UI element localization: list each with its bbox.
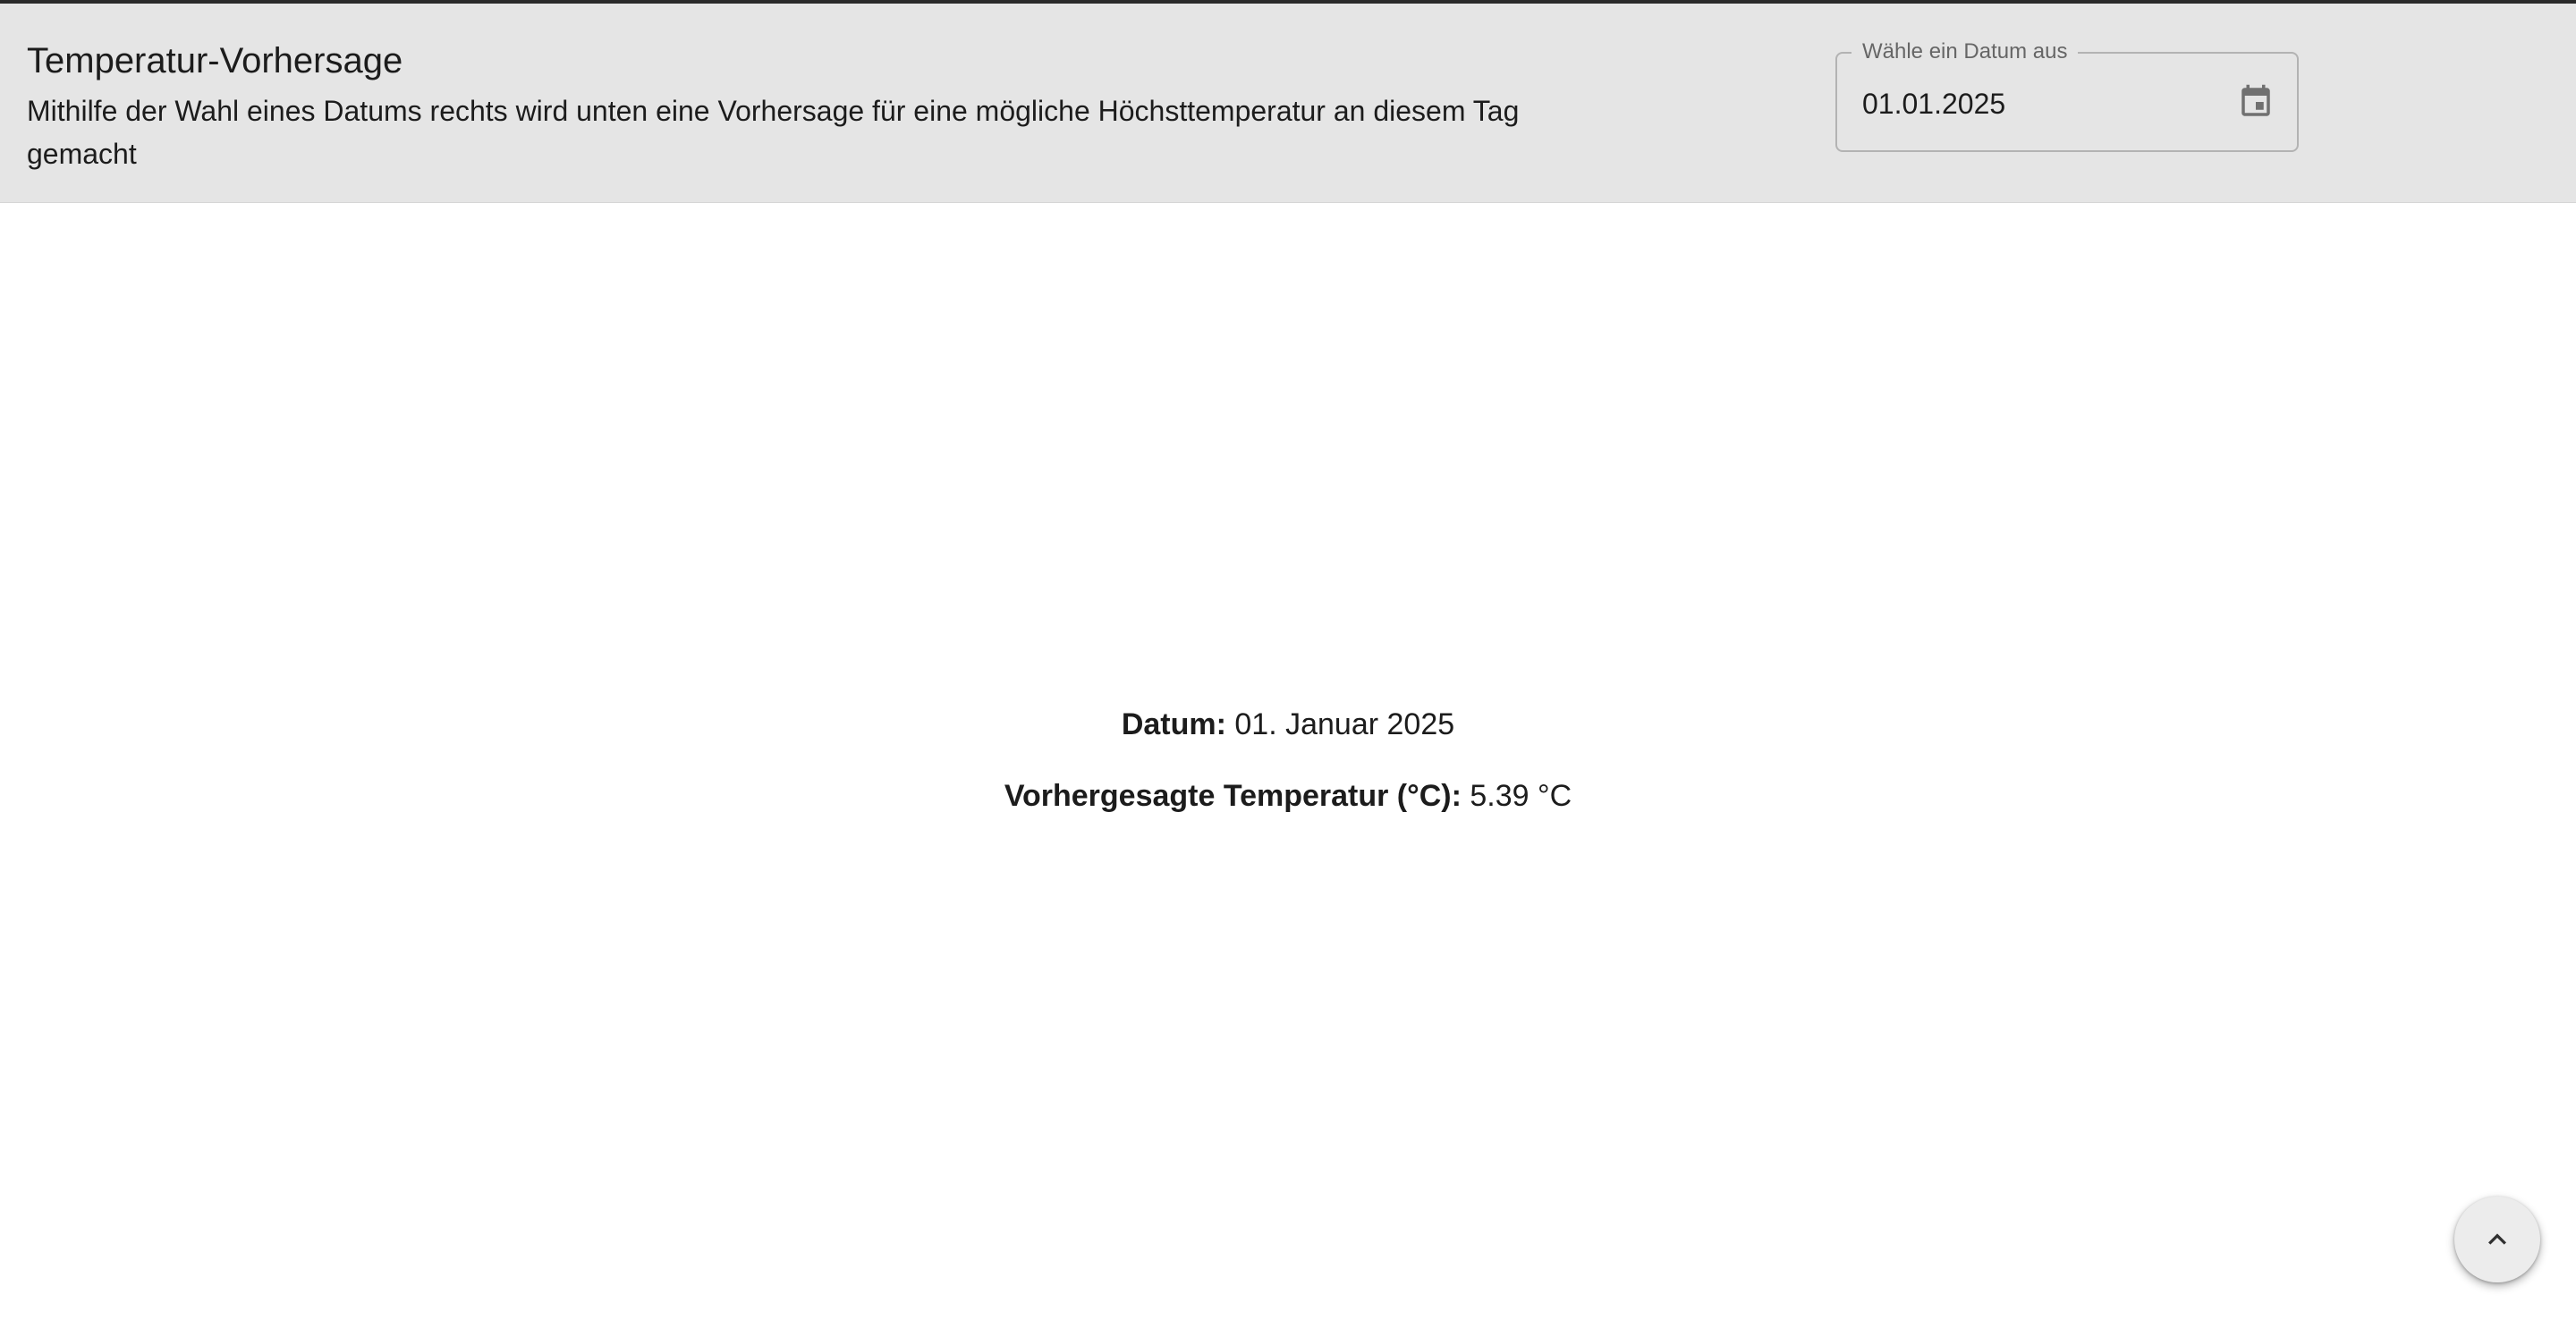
date-picker-field[interactable]: Wähle ein Datum aus 01.01.2025 [1835, 39, 2299, 152]
result-temperature-line: Vorhergesagte Temperatur (°C): 5.39 °C [0, 774, 2576, 817]
app-header: Temperatur-Vorhersage Mithilfe der Wahl … [0, 4, 2576, 203]
calendar-icon [2241, 84, 2270, 116]
forecast-result: Datum: 01. Januar 2025 Vorhergesagte Tem… [0, 703, 2576, 846]
page-title: Temperatur-Vorhersage [27, 41, 403, 80]
date-picker-label: Wähle ein Datum aus [1852, 39, 2079, 64]
result-date-line: Datum: 01. Januar 2025 [0, 703, 2576, 746]
header-text: Temperatur-Vorhersage Mithilfe der Wahl … [27, 36, 1601, 175]
open-calendar-button[interactable] [2234, 80, 2277, 123]
scroll-to-top-button[interactable] [2454, 1197, 2540, 1282]
result-date-label: Datum: [1121, 707, 1226, 741]
result-temperature-label: Vorhergesagte Temperatur (°C): [1004, 779, 1462, 813]
result-date-value: 01. Januar 2025 [1234, 707, 1455, 741]
result-temperature-value: 5.39 °C [1470, 779, 1572, 813]
page-subtitle: Mithilfe der Wahl eines Datums rechts wi… [27, 95, 1520, 170]
chevron-up-icon [2488, 1233, 2506, 1245]
date-picker-value[interactable]: 01.01.2025 [1862, 86, 2005, 122]
